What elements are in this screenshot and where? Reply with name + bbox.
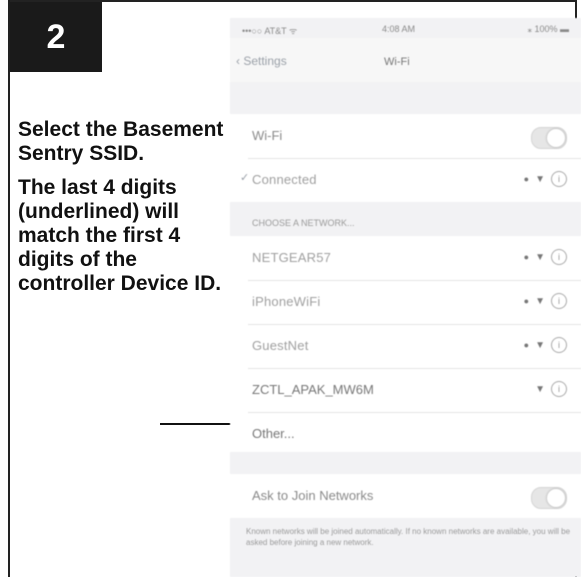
clock-label: 4:08 AM xyxy=(382,24,416,34)
network-name: GuestNet xyxy=(252,338,309,353)
step-number: 2 xyxy=(46,17,66,56)
network-name: iPhoneWiFi xyxy=(252,294,321,309)
nav-title: Wi-Fi xyxy=(384,56,410,68)
battery-label: ⁎ 100% ▬ xyxy=(527,24,569,34)
wifi-section: Wi-Fi ✓ Connected ● ▼ i xyxy=(230,114,581,202)
connected-network-name: Connected xyxy=(252,172,317,187)
ask-join-section: Ask to Join Networks xyxy=(230,474,581,518)
network-row[interactable]: GuestNet ● ▼ i xyxy=(230,324,581,368)
info-icon[interactable]: i xyxy=(551,381,567,397)
carrier-label: •••○○ AT&T ᯤ xyxy=(242,26,298,36)
wifi-toggle-row[interactable]: Wi-Fi xyxy=(230,114,581,158)
wifi-signal-icon: ▼ xyxy=(535,383,545,395)
nav-bar: ‹ Settings Wi-Fi xyxy=(230,38,581,82)
info-icon[interactable]: i xyxy=(551,293,567,309)
info-icon[interactable]: i xyxy=(551,249,567,265)
checkmark-icon: ✓ xyxy=(240,172,250,184)
wifi-toggle[interactable] xyxy=(531,127,567,149)
network-list: NETGEAR57 ● ▼ i iPhoneWiFi ● ▼ i GuestNe… xyxy=(230,236,581,452)
lock-icon: ● xyxy=(523,252,530,262)
instruction-line-2: The last 4 digits (underlined) will matc… xyxy=(18,176,222,295)
instruction-line-1: Select the Basement Sentry SSID. xyxy=(18,118,224,165)
status-bar: •••○○ AT&T ᯤ 4:08 AM ⁎ 100% ▬ xyxy=(230,18,581,38)
network-row[interactable]: NETGEAR57 ● ▼ i xyxy=(230,236,581,280)
network-name: ZCTL_APAK_MW6M xyxy=(252,382,374,397)
wifi-signal-icon: ▼ xyxy=(535,339,545,351)
ask-to-join-toggle[interactable] xyxy=(531,487,567,509)
instructions: Select the Basement Sentry SSID. The las… xyxy=(18,118,228,306)
wifi-signal-icon: ▼ xyxy=(535,251,545,263)
connected-network-row[interactable]: ✓ Connected ● ▼ i xyxy=(230,158,581,202)
info-icon[interactable]: i xyxy=(551,171,567,187)
lock-icon: ● xyxy=(523,174,530,184)
back-button[interactable]: ‹ Settings xyxy=(236,54,287,68)
lock-icon: ● xyxy=(523,340,530,350)
wifi-label: Wi-Fi xyxy=(252,128,283,143)
other-network-label: Other... xyxy=(252,426,295,441)
ask-to-join-row[interactable]: Ask to Join Networks xyxy=(230,474,581,518)
info-icon[interactable]: i xyxy=(551,337,567,353)
ask-to-join-label: Ask to Join Networks xyxy=(252,488,374,503)
choose-network-header: CHOOSE A NETWORK... xyxy=(252,218,355,228)
ask-join-footnote: Known networks will be joined automatica… xyxy=(246,527,571,547)
step-number-badge: 2 xyxy=(10,2,102,72)
wifi-signal-icon: ▼ xyxy=(535,295,545,307)
network-name: NETGEAR57 xyxy=(252,250,332,265)
wifi-signal-icon: ▼ xyxy=(535,173,545,185)
network-row-other[interactable]: Other... xyxy=(230,412,581,456)
network-row-basement-sentry[interactable]: ZCTL_APAK_MW6M ▼ i xyxy=(230,368,581,412)
phone-screenshot: •••○○ AT&T ᯤ 4:08 AM ⁎ 100% ▬ ‹ Settings… xyxy=(230,18,581,577)
network-row[interactable]: iPhoneWiFi ● ▼ i xyxy=(230,280,581,324)
lock-icon: ● xyxy=(523,296,530,306)
